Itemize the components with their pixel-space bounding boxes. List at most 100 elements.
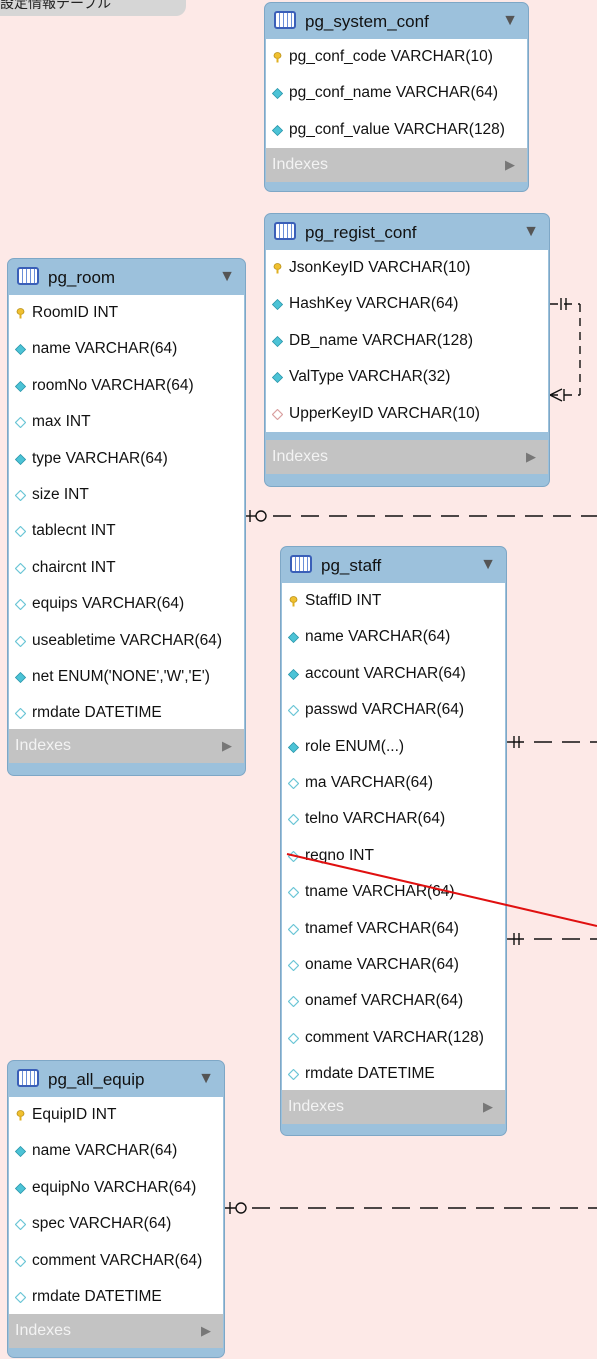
nullable-column-icon xyxy=(15,417,26,429)
indexes-bar[interactable]: Indexes ▶ xyxy=(282,1090,505,1124)
indexes-bar[interactable]: Indexes ▶ xyxy=(9,729,244,763)
column-roomno[interactable]: roomNo VARCHAR(64) xyxy=(9,368,244,404)
expand-arrow-icon[interactable]: ▶ xyxy=(483,1090,493,1124)
table-name: pg_staff xyxy=(321,556,382,575)
primary-key-icon xyxy=(16,308,25,319)
column-upperkeyid[interactable]: UpperKeyID VARCHAR(10) xyxy=(266,396,548,432)
column-label: JsonKeyID VARCHAR(10) xyxy=(289,259,471,276)
column-passwd[interactable]: passwd VARCHAR(64) xyxy=(282,692,505,728)
column-label: rmdate DATETIME xyxy=(32,704,162,722)
column-chaircnt[interactable]: chaircnt INT xyxy=(9,550,244,586)
column-rmdate[interactable]: rmdate DATETIME xyxy=(282,1056,505,1092)
collapse-toggle-icon[interactable]: ▼ xyxy=(198,1070,214,1088)
column-tablecnt[interactable]: tablecnt INT xyxy=(9,513,244,549)
table-pg-room[interactable]: pg_room ▼ RoomID INT name VARCHAR(64) ro… xyxy=(7,258,246,776)
table-pg-regist-conf[interactable]: pg_regist_conf ▼ JsonKeyID VARCHAR(10) H… xyxy=(264,213,550,487)
column-db-name[interactable]: DB_name VARCHAR(128) xyxy=(266,323,548,359)
collapse-toggle-icon[interactable]: ▼ xyxy=(502,12,518,30)
table-pg-all-equip[interactable]: pg_all_equip ▼ EquipID INT name VARCHAR(… xyxy=(7,1060,225,1358)
column-account[interactable]: account VARCHAR(64) xyxy=(282,656,505,692)
expand-arrow-icon[interactable]: ▶ xyxy=(222,729,232,763)
table-header[interactable]: pg_system_conf ▼ xyxy=(265,3,528,39)
expand-arrow-icon[interactable]: ▶ xyxy=(526,440,536,474)
column-label: tablecnt INT xyxy=(32,522,116,540)
column-hashkey[interactable]: HashKey VARCHAR(64) xyxy=(266,286,548,322)
column-jsonkeyid[interactable]: JsonKeyID VARCHAR(10) xyxy=(266,250,548,286)
table-icon xyxy=(290,555,312,573)
column-name[interactable]: name VARCHAR(64) xyxy=(9,1133,223,1169)
column-net[interactable]: net ENUM('NONE','W','E') xyxy=(9,659,244,695)
column-equips[interactable]: equips VARCHAR(64) xyxy=(9,586,244,622)
indexes-bar[interactable]: Indexes ▶ xyxy=(266,148,527,182)
column-list: EquipID INT name VARCHAR(64) equipNo VAR… xyxy=(9,1097,223,1316)
indexes-label: Indexes xyxy=(15,1322,72,1339)
column-label: pg_conf_name VARCHAR(64) xyxy=(289,84,499,102)
column-name[interactable]: name VARCHAR(64) xyxy=(282,619,505,655)
nullable-column-icon xyxy=(288,996,299,1008)
collapse-toggle-icon[interactable]: ▼ xyxy=(523,223,539,241)
column-tname[interactable]: tname VARCHAR(64) xyxy=(282,874,505,910)
column-telno[interactable]: telno VARCHAR(64) xyxy=(282,801,505,837)
column-list: JsonKeyID VARCHAR(10) HashKey VARCHAR(64… xyxy=(266,250,548,432)
table-header[interactable]: pg_regist_conf ▼ xyxy=(265,214,549,250)
column-label: chaircnt INT xyxy=(32,558,116,576)
column-roomid[interactable]: RoomID INT xyxy=(9,295,244,331)
column-rmdate[interactable]: rmdate DATETIME xyxy=(9,695,244,731)
column-comment[interactable]: comment VARCHAR(64) xyxy=(9,1243,223,1279)
table-icon xyxy=(17,1069,39,1087)
column-equipno[interactable]: equipNo VARCHAR(64) xyxy=(9,1170,223,1206)
column-rmdate[interactable]: rmdate DATETIME xyxy=(9,1279,223,1315)
column-size[interactable]: size INT xyxy=(9,477,244,513)
filled-column-icon xyxy=(288,632,299,644)
filled-column-icon xyxy=(15,344,26,356)
table-header[interactable]: pg_staff ▼ xyxy=(281,547,506,583)
table-pg-system-conf[interactable]: pg_system_conf ▼ pg_conf_code VARCHAR(10… xyxy=(264,2,529,192)
column-label: DB_name VARCHAR(128) xyxy=(289,331,474,349)
column-label: account VARCHAR(64) xyxy=(305,664,466,682)
indexes-label: Indexes xyxy=(15,737,72,754)
column-tnamef[interactable]: tnamef VARCHAR(64) xyxy=(282,911,505,947)
group-label: 設定情報テーブル xyxy=(0,0,186,16)
nullable-column-icon xyxy=(15,1291,26,1303)
collapse-toggle-icon[interactable]: ▼ xyxy=(219,268,235,286)
indexes-bar[interactable]: Indexes ▶ xyxy=(9,1314,223,1348)
column-pg-conf-value[interactable]: pg_conf_value VARCHAR(128) xyxy=(266,112,527,148)
column-comment[interactable]: comment VARCHAR(128) xyxy=(282,1020,505,1056)
column-spec[interactable]: spec VARCHAR(64) xyxy=(9,1206,223,1242)
filled-column-icon xyxy=(272,88,283,100)
column-label: type VARCHAR(64) xyxy=(32,449,168,467)
filled-column-icon xyxy=(288,668,299,680)
column-regno[interactable]: regno INT xyxy=(282,838,505,874)
column-pg-conf-name[interactable]: pg_conf_name VARCHAR(64) xyxy=(266,75,527,111)
column-ma[interactable]: ma VARCHAR(64) xyxy=(282,765,505,801)
nullable-column-icon xyxy=(288,850,299,862)
column-max[interactable]: max INT xyxy=(9,404,244,440)
column-type[interactable]: type VARCHAR(64) xyxy=(9,441,244,477)
column-equipid[interactable]: EquipID INT xyxy=(9,1097,223,1133)
collapse-toggle-icon[interactable]: ▼ xyxy=(480,556,496,574)
expand-arrow-icon[interactable]: ▶ xyxy=(201,1314,211,1348)
column-staffid[interactable]: StaffID INT xyxy=(282,583,505,619)
nullable-column-icon xyxy=(288,1032,299,1044)
column-label: tnamef VARCHAR(64) xyxy=(305,919,459,937)
table-header[interactable]: pg_room ▼ xyxy=(8,259,245,295)
column-list: StaffID INT name VARCHAR(64) account VAR… xyxy=(282,583,505,1093)
column-label: comment VARCHAR(64) xyxy=(32,1251,203,1269)
filled-column-icon xyxy=(15,671,26,683)
column-role[interactable]: role ENUM(...) xyxy=(282,729,505,765)
primary-key-icon xyxy=(273,263,282,274)
column-valtype[interactable]: ValType VARCHAR(32) xyxy=(266,359,548,395)
nullable-column-icon xyxy=(15,1219,26,1231)
column-pg-conf-code[interactable]: pg_conf_code VARCHAR(10) xyxy=(266,39,527,75)
column-useabletime[interactable]: useabletime VARCHAR(64) xyxy=(9,623,244,659)
expand-arrow-icon[interactable]: ▶ xyxy=(505,148,515,182)
column-label: regno INT xyxy=(305,846,374,864)
indexes-label: Indexes xyxy=(288,1098,345,1115)
table-pg-staff[interactable]: pg_staff ▼ StaffID INT name VARCHAR(64) … xyxy=(280,546,507,1136)
column-name[interactable]: name VARCHAR(64) xyxy=(9,331,244,367)
column-label: EquipID INT xyxy=(32,1106,117,1123)
indexes-bar[interactable]: Indexes ▶ xyxy=(266,440,548,474)
column-onamef[interactable]: onamef VARCHAR(64) xyxy=(282,983,505,1019)
table-header[interactable]: pg_all_equip ▼ xyxy=(8,1061,224,1097)
column-oname[interactable]: oname VARCHAR(64) xyxy=(282,947,505,983)
